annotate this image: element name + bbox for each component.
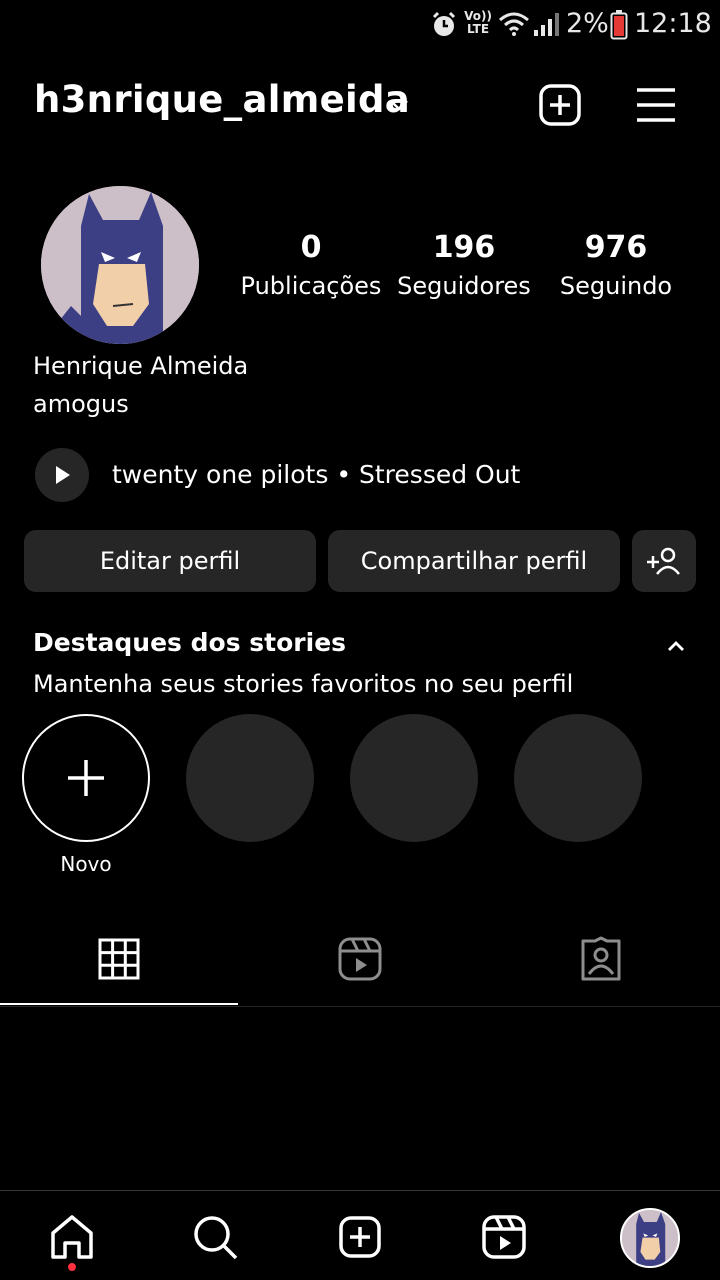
nav-create[interactable] bbox=[335, 1212, 385, 1262]
search-icon bbox=[194, 1216, 238, 1260]
highlight-placeholder bbox=[514, 714, 642, 842]
username-switcher[interactable]: h3nrique_almeida bbox=[34, 78, 410, 121]
followers-stat[interactable]: 196 Seguidores bbox=[389, 228, 539, 300]
nav-home[interactable] bbox=[47, 1212, 97, 1262]
highlight-placeholder bbox=[186, 714, 314, 842]
reels-icon bbox=[338, 937, 382, 981]
play-icon bbox=[56, 466, 70, 484]
reels-icon bbox=[482, 1215, 526, 1259]
profile-avatar[interactable] bbox=[41, 186, 199, 344]
lte-label: LTE bbox=[466, 22, 490, 36]
highlights-subtitle: Mantenha seus stories favoritos no seu p… bbox=[33, 670, 574, 698]
clock: 12:18 bbox=[634, 8, 712, 39]
tab-divider bbox=[0, 1006, 720, 1007]
active-tab-indicator bbox=[0, 1003, 238, 1005]
highlights-title: Destaques dos stories bbox=[33, 628, 347, 657]
tab-tagged[interactable] bbox=[577, 935, 625, 983]
highlight-placeholder bbox=[350, 714, 478, 842]
new-highlight-button[interactable] bbox=[22, 714, 150, 842]
add-post-button[interactable] bbox=[537, 82, 583, 128]
nav-profile[interactable] bbox=[620, 1208, 680, 1268]
wifi-icon bbox=[499, 12, 529, 36]
tagged-icon bbox=[581, 936, 621, 981]
music-play-button[interactable] bbox=[35, 448, 89, 502]
profile-avatar bbox=[622, 1210, 678, 1266]
nav-search[interactable] bbox=[190, 1212, 240, 1262]
posts-label: Publicações bbox=[240, 272, 382, 300]
alarm-icon bbox=[432, 11, 456, 36]
create-icon bbox=[339, 1216, 381, 1258]
battery-icon bbox=[610, 10, 628, 40]
following-stat[interactable]: 976 Seguindo bbox=[541, 228, 691, 300]
followers-count: 196 bbox=[432, 230, 496, 265]
nav-reels[interactable] bbox=[479, 1212, 529, 1262]
menu-button[interactable] bbox=[633, 82, 679, 128]
bottom-nav-divider bbox=[0, 1190, 720, 1191]
home-icon bbox=[51, 1215, 93, 1259]
following-label: Seguindo bbox=[559, 272, 673, 300]
following-count: 976 bbox=[584, 230, 648, 265]
posts-count: 0 bbox=[300, 230, 322, 265]
followers-label: Seguidores bbox=[397, 272, 531, 300]
share-profile-button[interactable]: Compartilhar perfil bbox=[328, 530, 620, 592]
add-person-icon bbox=[647, 547, 680, 575]
profile-bio: amogus bbox=[33, 390, 129, 418]
profile-name: Henrique Almeida bbox=[33, 352, 249, 380]
menu-icon bbox=[637, 88, 675, 122]
new-highlight-label: Novo bbox=[60, 852, 112, 876]
tab-reels[interactable] bbox=[336, 935, 384, 983]
signal-icon bbox=[534, 13, 559, 36]
edit-profile-label: Editar perfil bbox=[99, 547, 241, 575]
battery-percent: 2% bbox=[566, 8, 609, 39]
profile-music[interactable]: twenty one pilots • Stressed Out bbox=[112, 460, 520, 489]
plus-icon bbox=[68, 760, 104, 796]
posts-stat[interactable]: 0 Publicações bbox=[236, 228, 386, 300]
volte-icon: Vo)) LTE bbox=[463, 10, 493, 36]
tab-posts-grid[interactable] bbox=[95, 935, 143, 983]
discover-people-button[interactable] bbox=[632, 530, 696, 592]
notification-dot bbox=[68, 1263, 76, 1271]
chevron-up-icon[interactable] bbox=[664, 634, 688, 658]
chevron-down-icon[interactable] bbox=[388, 96, 410, 114]
grid-icon bbox=[98, 938, 140, 980]
status-bar: Vo)) LTE 2% 12:18 bbox=[0, 0, 720, 50]
add-post-icon bbox=[539, 84, 581, 126]
batman-avatar-image bbox=[41, 186, 199, 344]
share-profile-label: Compartilhar perfil bbox=[360, 547, 588, 575]
edit-profile-button[interactable]: Editar perfil bbox=[24, 530, 316, 592]
